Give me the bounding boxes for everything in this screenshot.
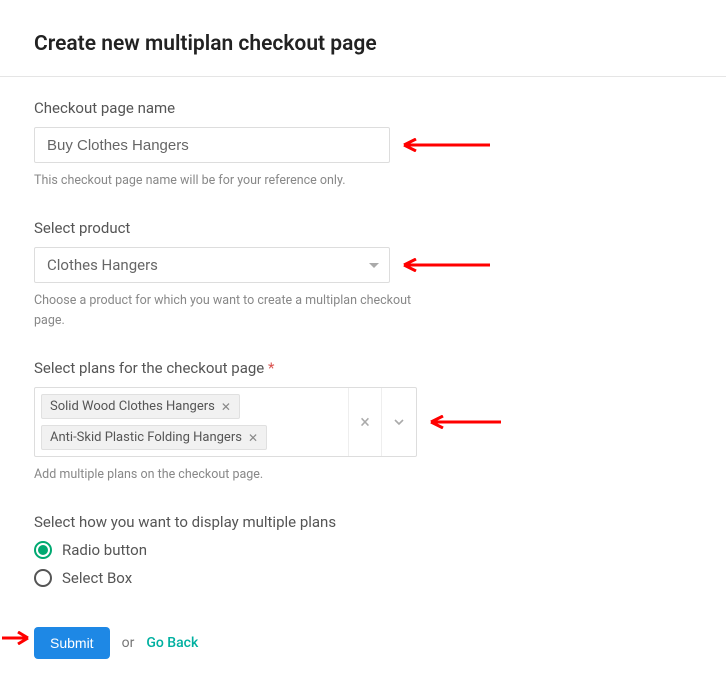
- radio-option-radio-button[interactable]: Radio button: [34, 541, 726, 559]
- radio-option-select-box[interactable]: Select Box: [34, 569, 726, 587]
- product-select-value: Clothes Hangers: [47, 256, 158, 274]
- checkout-name-input[interactable]: [34, 127, 390, 163]
- or-text: or: [122, 635, 135, 651]
- plan-tag[interactable]: Anti-Skid Plastic Folding Hangers ✕: [41, 425, 267, 450]
- plans-dropdown-toggle[interactable]: [382, 388, 416, 456]
- label-checkout-name: Checkout page name: [34, 99, 726, 117]
- radio-label: Radio button: [62, 541, 147, 559]
- label-select-product: Select product: [34, 219, 726, 237]
- label-display-mode: Select how you want to display multiple …: [34, 513, 726, 531]
- plan-tag[interactable]: Solid Wood Clothes Hangers ✕: [41, 394, 240, 419]
- label-select-plans-text: Select plans for the checkout page: [34, 359, 264, 377]
- plan-tag-label: Solid Wood Clothes Hangers: [50, 399, 215, 414]
- field-select-plans: Select plans for the checkout page * Sol…: [34, 359, 726, 485]
- chevron-down-icon: [392, 415, 406, 429]
- submit-button[interactable]: Submit: [34, 627, 110, 659]
- label-select-plans: Select plans for the checkout page *: [34, 359, 726, 377]
- page-title: Create new multiplan checkout page: [34, 32, 726, 56]
- plans-multiselect[interactable]: Solid Wood Clothes Hangers ✕ Anti-Skid P…: [34, 387, 417, 457]
- helper-checkout-name: This checkout page name will be for your…: [34, 171, 414, 191]
- radio-label: Select Box: [62, 569, 132, 587]
- radio-unchecked-icon: [34, 569, 52, 587]
- helper-select-plans: Add multiple plans on the checkout page.: [34, 465, 414, 485]
- annotation-arrow-icon: [0, 631, 30, 645]
- annotation-arrow-icon: [402, 258, 492, 272]
- helper-select-product: Choose a product for which you want to c…: [34, 291, 414, 331]
- annotation-arrow-icon: [429, 415, 503, 429]
- plan-tag-label: Anti-Skid Plastic Folding Hangers: [50, 430, 242, 445]
- plans-tags-area: Solid Wood Clothes Hangers ✕ Anti-Skid P…: [35, 388, 348, 456]
- annotation-arrow-icon: [402, 138, 492, 152]
- chevron-down-icon: [369, 263, 379, 268]
- field-display-mode: Select how you want to display multiple …: [34, 513, 726, 587]
- field-select-product: Select product Clothes Hangers Choose a …: [34, 219, 726, 331]
- form-actions: Submit or Go Back: [34, 627, 726, 659]
- product-select[interactable]: Clothes Hangers: [34, 247, 390, 283]
- field-checkout-name: Checkout page name This checkout page na…: [34, 99, 726, 191]
- go-back-link[interactable]: Go Back: [146, 635, 198, 651]
- close-icon[interactable]: ✕: [248, 431, 258, 445]
- divider: [0, 76, 726, 77]
- radio-checked-icon: [34, 541, 52, 559]
- clear-all-button[interactable]: ×: [348, 388, 382, 456]
- required-asterisk-icon: *: [268, 359, 274, 377]
- close-icon[interactable]: ✕: [221, 400, 231, 414]
